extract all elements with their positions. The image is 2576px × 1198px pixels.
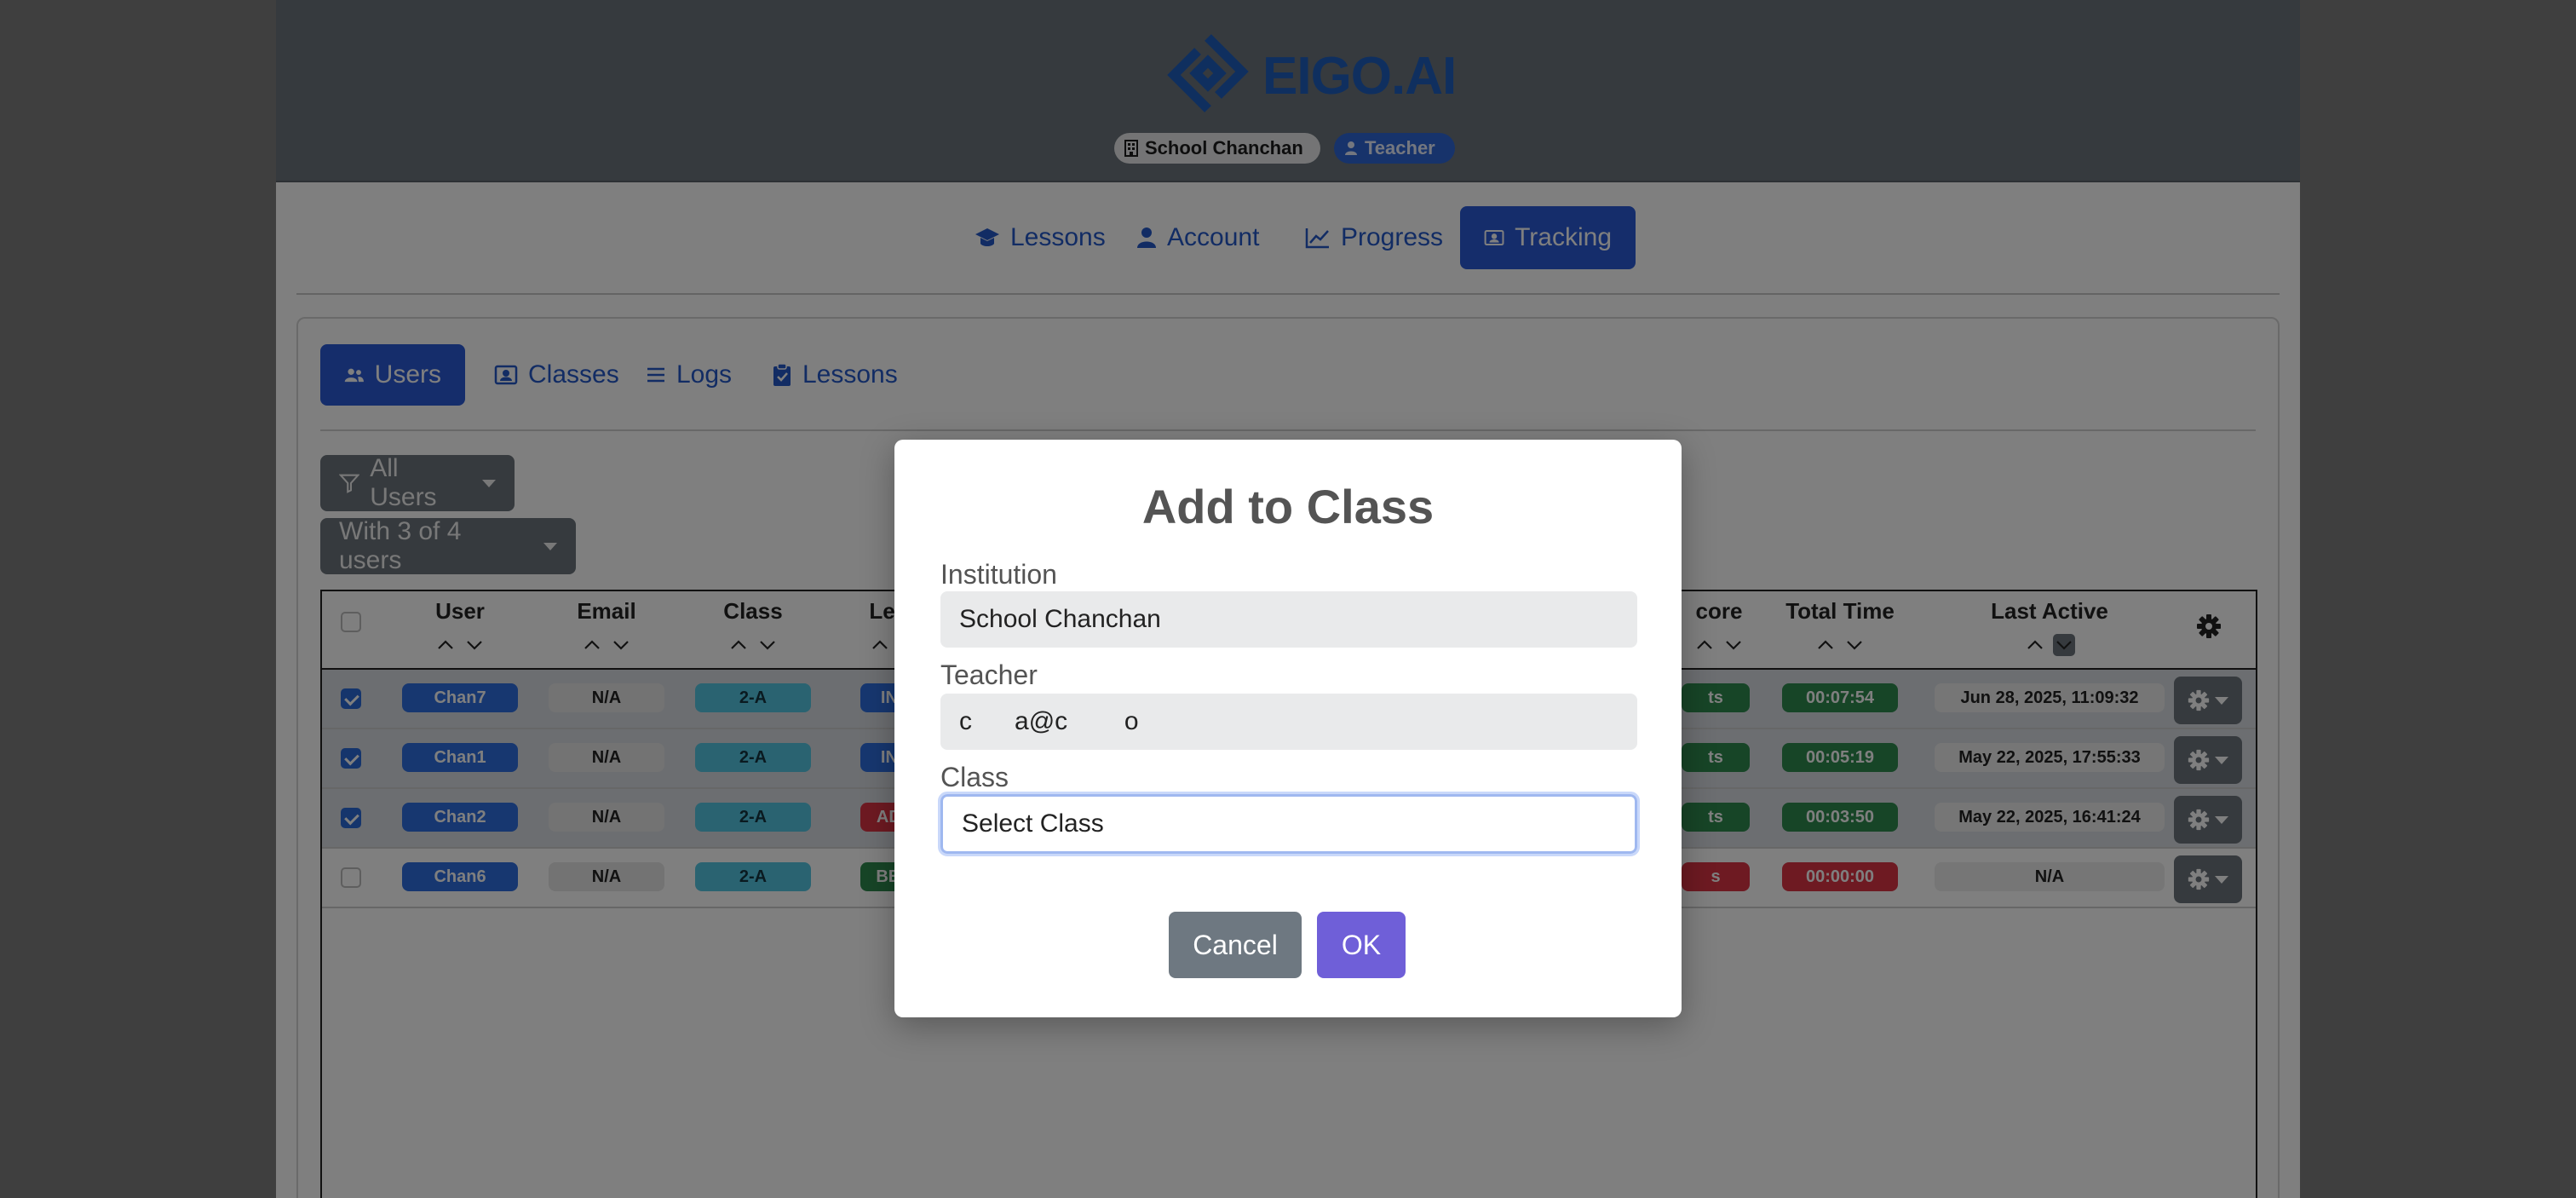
teacher-field: c a@c o	[940, 694, 1637, 750]
ok-button[interactable]: OK	[1317, 912, 1406, 978]
add-to-class-modal: Add to Class Institution School Chanchan…	[894, 440, 1682, 1017]
modal-title: Add to Class	[1141, 480, 1435, 533]
class-select[interactable]: Select Class	[938, 792, 1640, 856]
institution-label: Institution	[940, 559, 1057, 590]
modal-backdrop[interactable]: Add to Class Institution School Chanchan…	[0, 0, 2576, 1198]
cancel-button[interactable]: Cancel	[1169, 912, 1302, 978]
teacher-label: Teacher	[940, 659, 1038, 690]
class-label: Class	[940, 762, 1009, 792]
institution-field: School Chanchan	[940, 591, 1637, 648]
